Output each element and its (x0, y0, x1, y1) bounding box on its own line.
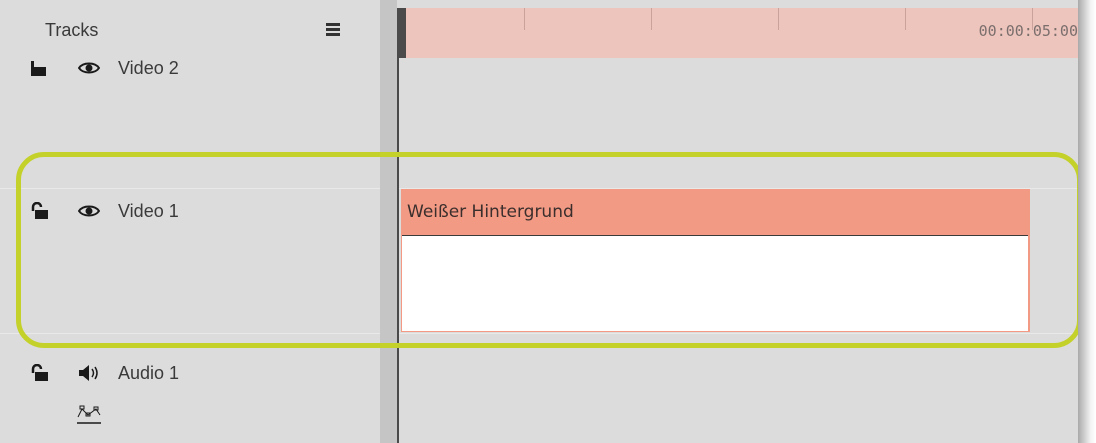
ruler-tick (905, 8, 906, 30)
panel-splitter[interactable] (380, 0, 397, 443)
track-header-panel: Tracks Video 2 Video 1 Audio 1 (0, 0, 380, 443)
track-label-audio-1: Audio 1 (118, 363, 180, 383)
unlock-icon[interactable] (31, 363, 49, 387)
panel-title: Tracks (45, 20, 99, 40)
ruler-time-label: 00:00:05:00 (978, 22, 1078, 40)
eye-icon[interactable] (77, 60, 101, 81)
track-divider (0, 333, 380, 334)
playhead-handle[interactable] (397, 8, 406, 58)
clip-title: Weißer Hintergrund (407, 202, 574, 222)
ruler-tick (651, 8, 652, 30)
video-clip[interactable]: Weißer Hintergrund (401, 189, 1030, 332)
ruler-tick (524, 8, 525, 30)
track-divider (0, 188, 380, 189)
playhead-line[interactable] (397, 58, 399, 443)
speaker-icon[interactable] (78, 364, 102, 387)
track-label-video-2: Video 2 (118, 58, 179, 78)
track-label-video-1: Video 1 (118, 201, 179, 221)
track-divider (397, 333, 1078, 334)
ruler-tick (778, 8, 779, 30)
eye-icon[interactable] (77, 203, 101, 224)
window-shadow (1078, 0, 1096, 443)
keyframe-curve-icon[interactable] (76, 403, 102, 430)
lock-icon[interactable] (31, 61, 47, 82)
unlock-icon[interactable] (31, 201, 49, 225)
tracks-editor: Tracks Video 2 Video 1 Audio 1 00:00:05:… (0, 0, 1090, 443)
clip-header[interactable]: Weißer Hintergrund (401, 189, 1030, 235)
timeline-ruler[interactable]: 00:00:05:00 (397, 8, 1078, 58)
hamburger-menu-icon[interactable] (326, 23, 340, 37)
clip-thumbnail[interactable] (402, 235, 1028, 331)
